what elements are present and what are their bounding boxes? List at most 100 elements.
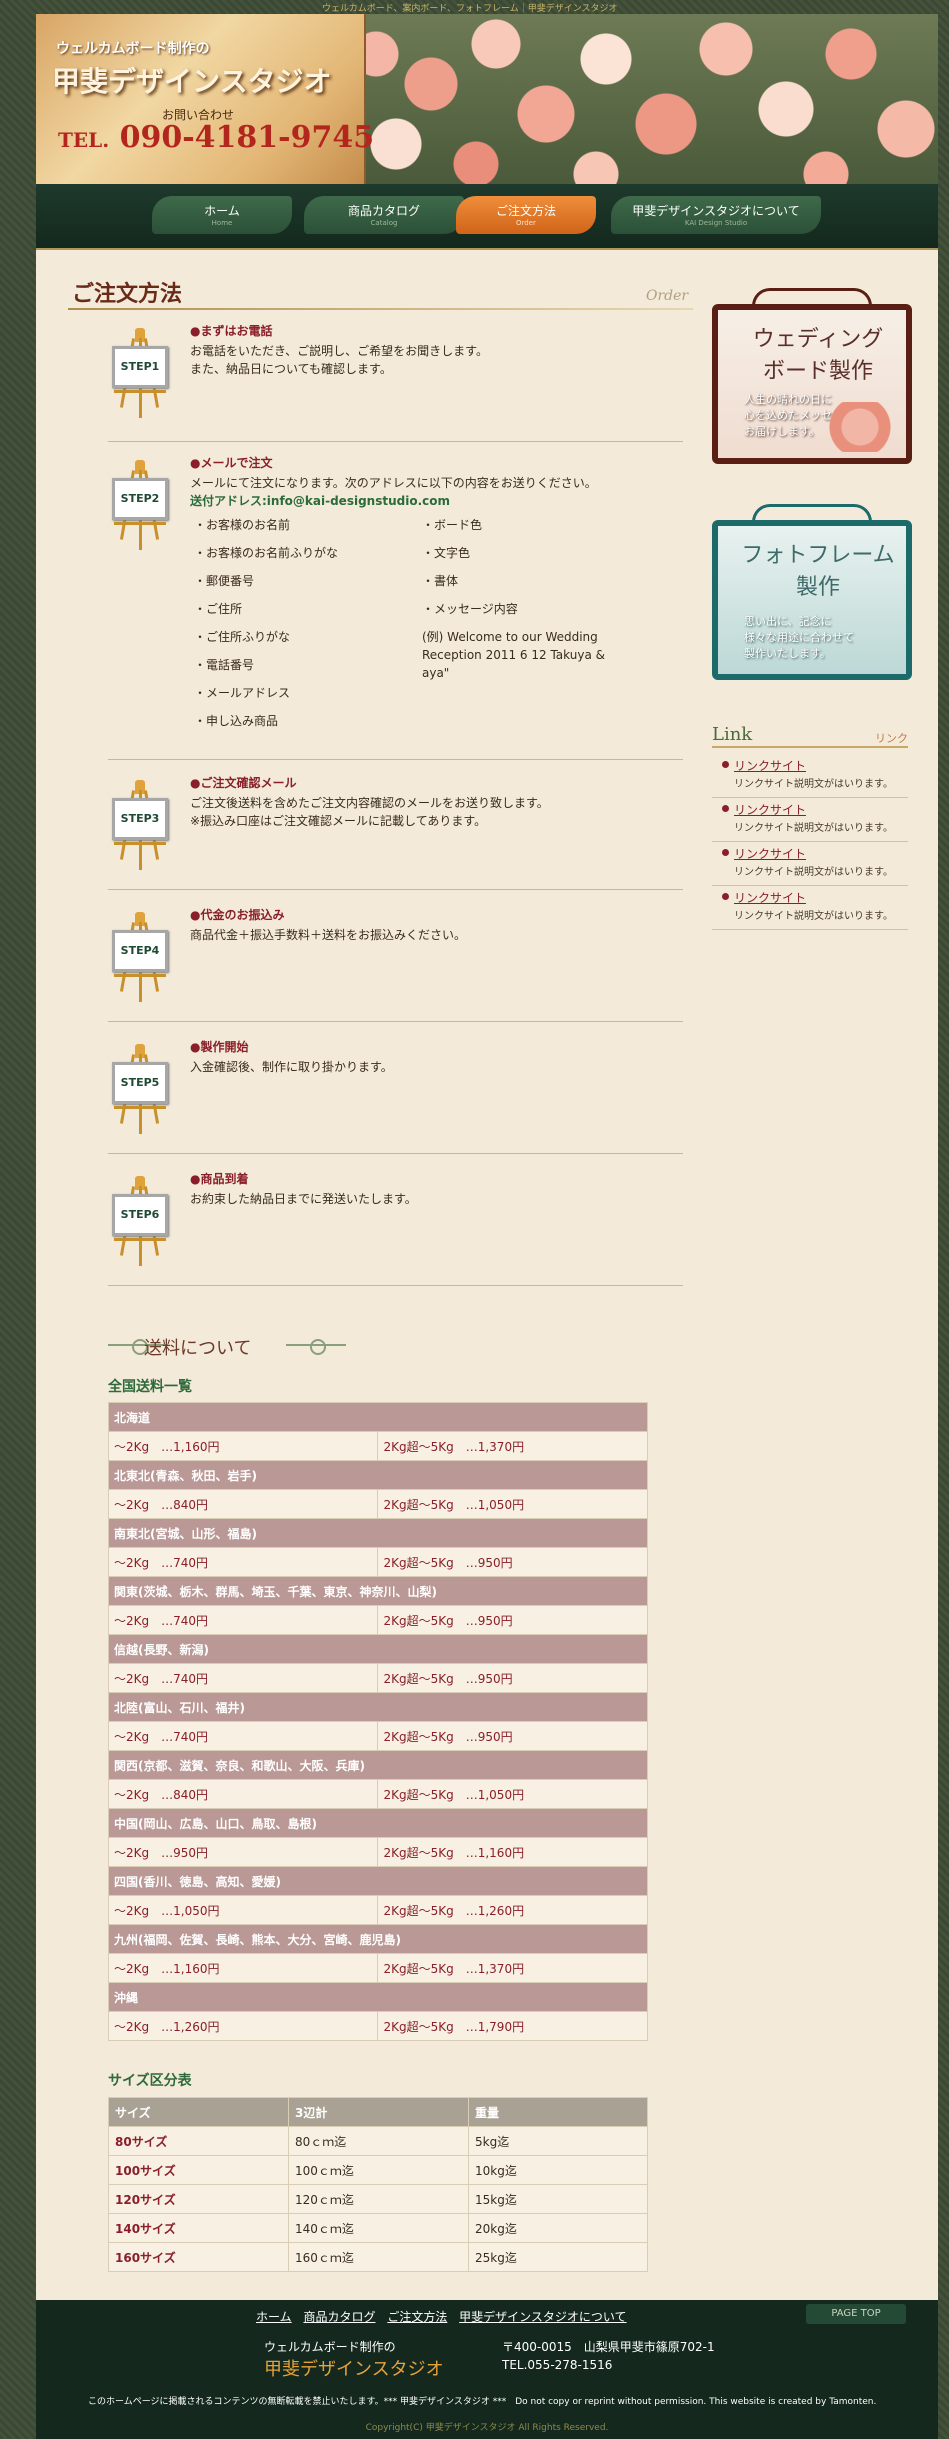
page-top-button[interactable]: PAGE TOP (806, 2304, 906, 2324)
header-logo[interactable]: ウェルカムボード制作の 甲斐デザインスタジオ お問い合わせ TEL. 090-4… (36, 14, 374, 184)
step-heading: ●メールで注文 (190, 456, 273, 470)
banner-title: ウェディング ボード製作 (718, 324, 918, 388)
banner-title-line: ウェディング (752, 327, 884, 352)
price-under-2kg: ～2Kg …950円 (107, 1837, 379, 1867)
footer-link-home[interactable]: ホーム (256, 2310, 292, 2324)
banner-title: フォトフレーム 製作 (718, 540, 918, 604)
price-2-5kg: 2Kg超～5Kg …1,790円 (377, 2011, 648, 2041)
banner-text-line: 心を込めたメッセージを (744, 409, 865, 422)
list-item: リンクサイト リンクサイト説明文がはいります。 (712, 798, 908, 842)
table-row: ～2Kg …1,160円 2Kg超～5Kg …1,370円 (107, 1431, 648, 1461)
list-item: ・文字色 (422, 546, 471, 560)
step-badge: STEP3 (120, 812, 160, 825)
price-under-2kg: ～2Kg …740円 (107, 1605, 379, 1635)
size-name: 80サイズ (108, 2126, 289, 2156)
footer-link-order[interactable]: ご注文方法 (387, 2310, 447, 2324)
table-row: 関東(茨城、栃木、群馬、埼玉、千葉、東京、神奈川、山梨) (108, 1576, 648, 1606)
table-row: ～2Kg …1,260円 2Kg超～5Kg …1,790円 (107, 2011, 648, 2041)
table-row: 160サイズ 160ｃｍ迄 25kg迄 (108, 2242, 648, 2272)
step-text: 入金確認後、制作に取り掛かります。 (190, 1060, 393, 1074)
footer-link-about[interactable]: 甲斐デザインスタジオについて (459, 2310, 626, 2324)
table-row: 四国(香川、徳島、高知、愛媛) (108, 1866, 648, 1896)
header-flower-image (336, 14, 938, 184)
size-name: 100サイズ (108, 2155, 289, 2185)
price-under-2kg: ～2Kg …740円 (107, 1721, 379, 1751)
size-dimension: 80ｃｍ迄 (288, 2126, 469, 2156)
header-studio-name: 甲斐デザインスタジオ (52, 65, 332, 98)
nav-about-label: 甲斐デザインスタジオについて (632, 204, 800, 218)
title-divider (68, 308, 693, 310)
price-2-5kg: 2Kg超～5Kg …950円 (377, 1721, 648, 1751)
step-heading: ●製作開始 (190, 1040, 249, 1054)
header-subtitle: ウェルカムボード制作の (56, 41, 210, 57)
region-name: 関西(京都、滋賀、奈良、和歌山、大阪、兵庫) (108, 1750, 648, 1780)
region-name: 北海道 (108, 1402, 648, 1432)
main-nav: ホーム Home 商品カタログ Catalog ご注文方法 Order 甲斐デザ… (36, 184, 938, 250)
step-4: STEP4 ●代金のお振込み 商品代金＋振込手数料＋送料をお振込みください。 (108, 906, 683, 1022)
photo-frame-banner[interactable]: フォトフレーム 製作 思い出に、記念に 様々な用途に合わせて 製作いたします。 (712, 504, 912, 684)
link-site[interactable]: リンクサイト (734, 889, 806, 906)
nav-home[interactable]: ホーム Home (152, 196, 292, 234)
size-name: 160サイズ (108, 2242, 289, 2272)
link-site[interactable]: リンクサイト (734, 757, 806, 774)
wedding-board-banner[interactable]: ウェディング ボード製作 人生の晴れの日に 心を込めたメッセージを お届けします… (712, 288, 912, 468)
message-example-line: Reception 2011 6 12 Takuya & (422, 648, 605, 662)
page: ウェルカムボード、案内ボード、フォトフレーム｜甲斐デザインスタジオ ウェルカムボ… (0, 0, 949, 2439)
table-row: 北海道 (108, 1402, 648, 1432)
step-2: STEP2 ●メールで注文 メールにて注文になります。次のアドレスに以下の内容を… (108, 454, 683, 760)
bullet-icon (722, 849, 729, 856)
order-items-left: ・お客様のお名前 ・お客様のお名前ふりがな ・郵便番号 ・ご住所 ・ご住所ふりが… (194, 516, 338, 740)
list-item: ・書体 (422, 574, 459, 588)
step-badge: STEP6 (120, 1208, 160, 1221)
link-site[interactable]: リンクサイト (734, 845, 806, 862)
list-item: リンクサイト リンクサイト説明文がはいります。 (712, 754, 908, 798)
header-phone: TEL. 090-4181-9745 (58, 120, 374, 155)
main-area: ご注文方法 Order STEP1 ●まずはお電話 お電話をいただき、ご説明し、… (36, 250, 938, 2300)
bullet-icon (722, 893, 729, 900)
banner-text-line: 思い出に、記念に (744, 615, 832, 628)
price-under-2kg: ～2Kg …840円 (107, 1779, 379, 1809)
easel-icon: STEP1 (112, 328, 168, 418)
nav-order-sub: Order (516, 219, 536, 227)
list-item: ・ご住所 (194, 602, 243, 616)
price-2-5kg: 2Kg超～5Kg …1,370円 (377, 1431, 648, 1461)
price-2-5kg: 2Kg超～5Kg …950円 (377, 1605, 648, 1635)
price-2-5kg: 2Kg超～5Kg …1,160円 (377, 1837, 648, 1867)
nav-catalog[interactable]: 商品カタログ Catalog (304, 196, 464, 234)
size-table-title: サイズ区分表 (108, 2073, 192, 2089)
banner-text-line: 人生の晴れの日に (744, 393, 832, 406)
price-2-5kg: 2Kg超～5Kg …1,050円 (377, 1779, 648, 1809)
banner-text-line: 製作いたします。 (744, 647, 831, 660)
table-row: ～2Kg …740円 2Kg超～5Kg …950円 (107, 1721, 648, 1751)
footer-copyright: Copyright(C) 甲斐デザインスタジオ All Rights Reser… (365, 2423, 609, 2433)
step-badge: STEP1 (120, 360, 160, 373)
table-row: 80サイズ 80ｃｍ迄 5kg迄 (108, 2126, 648, 2156)
easel-icon: STEP2 (112, 460, 168, 550)
nav-about[interactable]: 甲斐デザインスタジオについて KAI Design Studio (611, 196, 821, 234)
link-title: Link (712, 724, 753, 745)
shipping-table: 北海道 ～2Kg …1,160円 2Kg超～5Kg …1,370円 北東北(青森、秋田… (107, 1402, 648, 2041)
order-email-address[interactable]: 送付アドレス:info@kai-designstudio.com (190, 492, 450, 510)
footer-tel: TEL.055-278-1516 (502, 2358, 613, 2372)
step-text: お約束した納品日までに発送いたします。 (190, 1192, 417, 1206)
page-title-en: Order (646, 288, 689, 304)
size-col-header: 3辺計 (288, 2097, 469, 2127)
size-dimension: 120ｃｍ迄 (288, 2184, 469, 2214)
table-row: ～2Kg …840円 2Kg超～5Kg …1,050円 (107, 1489, 648, 1519)
nav-order[interactable]: ご注文方法 Order (456, 196, 596, 234)
link-site[interactable]: リンクサイト (734, 801, 806, 818)
size-col-header: 重量 (468, 2097, 648, 2127)
price-2-5kg: 2Kg超～5Kg …950円 (377, 1547, 648, 1577)
shipping-heading: 送料について (144, 1338, 252, 1359)
link-desc: リンクサイト説明文がはいります。 (734, 779, 893, 790)
footer-link-catalog[interactable]: 商品カタログ (303, 2310, 375, 2324)
table-row: 信越(長野、新潟) (108, 1634, 648, 1664)
size-name: 120サイズ (108, 2184, 289, 2214)
table-row: 中国(岡山、広島、山口、鳥取、島根) (108, 1808, 648, 1838)
step-text: また、納品日についても確認します。 (190, 362, 392, 376)
table-row: 100サイズ 100ｃｍ迄 10kg迄 (108, 2155, 648, 2185)
region-name: 九州(福岡、佐賀、長崎、熊本、大分、宮崎、鹿児島) (108, 1924, 648, 1954)
footer-address-block: 〒400-0015 山梨県甲斐市篠原702-1 TEL.055-278-1516 (502, 2338, 715, 2374)
step-text: 商品代金＋振込手数料＋送料をお振込みください。 (190, 928, 467, 942)
banner-title-line: フォトフレーム (741, 543, 895, 568)
